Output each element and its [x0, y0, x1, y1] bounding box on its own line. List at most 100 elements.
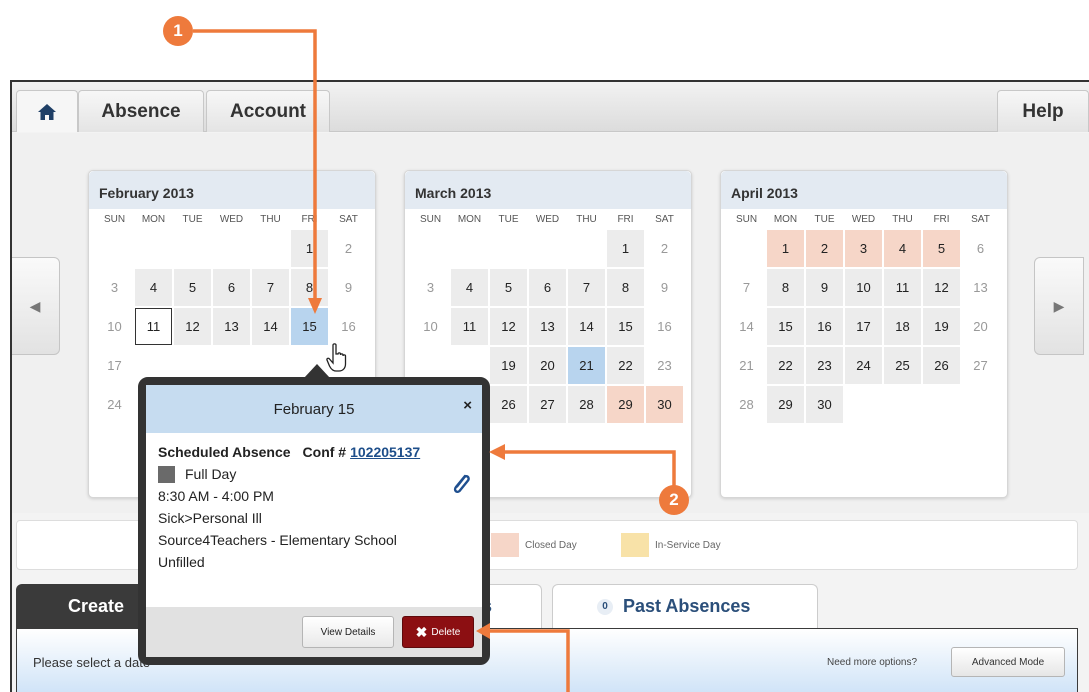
- calendar-day[interactable]: 5: [923, 230, 960, 267]
- weekday-label: MON: [141, 214, 166, 225]
- calendar-day[interactable]: 6: [213, 269, 250, 306]
- calendar-day[interactable]: 12: [174, 308, 211, 345]
- tab-account[interactable]: Account: [206, 90, 330, 132]
- calendar-day[interactable]: 13: [213, 308, 250, 345]
- calendar-day[interactable]: 27: [962, 347, 999, 384]
- calendar-day[interactable]: 19: [490, 347, 527, 384]
- calendar-day[interactable]: 11: [884, 269, 921, 306]
- calendar-day[interactable]: 3: [845, 230, 882, 267]
- callout-badge-2: 2: [659, 485, 689, 515]
- weekday-label: FRI: [301, 214, 318, 225]
- calendar-day[interactable]: 1: [291, 230, 328, 267]
- more-options-text: Need more options?: [827, 657, 918, 668]
- calendar-day[interactable]: 29: [767, 386, 804, 423]
- calendar-day[interactable]: 16: [330, 308, 367, 345]
- tab-help[interactable]: Help: [997, 90, 1089, 132]
- calendar-day: [174, 230, 211, 267]
- calendar-day[interactable]: 10: [845, 269, 882, 306]
- calendar-day[interactable]: 15: [767, 308, 804, 345]
- calendar-day[interactable]: 5: [174, 269, 211, 306]
- calendar-day[interactable]: 15: [607, 308, 644, 345]
- day-grid: 1 2 3 4 5 6 7 8 9 10 11 12 13 14 15 16 17 18 19 20 21 22 23 24 2…: [721, 225, 1007, 424]
- calendar-day[interactable]: 6: [529, 269, 566, 306]
- hand-cursor-icon: [326, 343, 347, 372]
- calendar-day[interactable]: 30: [806, 386, 843, 423]
- calendar-day[interactable]: 22: [767, 347, 804, 384]
- calendar-day[interactable]: 1: [767, 230, 804, 267]
- calendar-day[interactable]: 8: [767, 269, 804, 306]
- advanced-mode-button[interactable]: Advanced Mode: [951, 647, 1065, 677]
- calendar-day[interactable]: 9: [806, 269, 843, 306]
- calendar-day[interactable]: 20: [529, 347, 566, 384]
- calendar-day[interactable]: 25: [884, 347, 921, 384]
- calendar-day[interactable]: 2: [330, 230, 367, 267]
- calendar-day[interactable]: 3: [96, 269, 133, 306]
- calendar-day[interactable]: 11: [135, 308, 172, 345]
- calendar-day[interactable]: 15: [291, 308, 328, 345]
- calendar-day[interactable]: 2: [646, 230, 683, 267]
- home-tab[interactable]: [16, 90, 78, 132]
- calendar-day[interactable]: 9: [646, 269, 683, 306]
- calendar-day[interactable]: 7: [252, 269, 289, 306]
- calendar-day[interactable]: 10: [412, 308, 449, 345]
- top-nav: Absence Account Help: [12, 82, 1089, 132]
- calendar-day[interactable]: 8: [607, 269, 644, 306]
- calendar-day[interactable]: 4: [884, 230, 921, 267]
- calendar-day[interactable]: 14: [252, 308, 289, 345]
- calendar-day[interactable]: 14: [568, 308, 605, 345]
- calendar-day[interactable]: 5: [490, 269, 527, 306]
- calendar-day[interactable]: 12: [490, 308, 527, 345]
- calendar-day[interactable]: 6: [962, 230, 999, 267]
- calendar-day[interactable]: 18: [884, 308, 921, 345]
- calendar-day[interactable]: 10: [96, 308, 133, 345]
- calendar-day[interactable]: 27: [529, 386, 566, 423]
- calendar-day[interactable]: 17: [845, 308, 882, 345]
- close-icon[interactable]: ×: [463, 397, 472, 414]
- calendar-day[interactable]: 4: [135, 269, 172, 306]
- calendar-day[interactable]: 24: [96, 386, 133, 423]
- calendar-day[interactable]: 16: [646, 308, 683, 345]
- weekday-label: SAT: [339, 214, 358, 225]
- past-count-badge: 0: [597, 598, 613, 615]
- calendar-day[interactable]: 28: [728, 386, 765, 423]
- reason-text: Sick>Personal Ill: [158, 510, 262, 526]
- next-month-button[interactable]: ▶: [1034, 257, 1084, 355]
- calendar-day[interactable]: 12: [923, 269, 960, 306]
- weekday-header: SUN MON TUE WED THU FRI SAT: [405, 214, 691, 225]
- calendar-day[interactable]: 3: [412, 269, 449, 306]
- calendar-day: [135, 230, 172, 267]
- calendar-day[interactable]: 29: [607, 386, 644, 423]
- calendar-day[interactable]: 11: [451, 308, 488, 345]
- calendar-day[interactable]: 2: [806, 230, 843, 267]
- calendar-day[interactable]: 20: [962, 308, 999, 345]
- conf-number-link[interactable]: 102205137: [350, 444, 420, 460]
- calendar-day[interactable]: 28: [568, 386, 605, 423]
- delete-button[interactable]: ✖ Delete: [402, 616, 474, 648]
- calendar-day[interactable]: 23: [806, 347, 843, 384]
- tab-absence[interactable]: Absence: [78, 90, 204, 132]
- view-details-button[interactable]: View Details: [302, 616, 394, 648]
- tab-past-absences[interactable]: 0 Past Absences: [552, 584, 818, 628]
- calendar-day[interactable]: 17: [96, 347, 133, 384]
- calendar-day[interactable]: 7: [568, 269, 605, 306]
- calendar-day[interactable]: 4: [451, 269, 488, 306]
- calendar-day[interactable]: 26: [490, 386, 527, 423]
- calendar-day[interactable]: 21: [568, 347, 605, 384]
- calendar-day[interactable]: 13: [962, 269, 999, 306]
- calendar-day[interactable]: 9: [330, 269, 367, 306]
- calendar-day[interactable]: 21: [728, 347, 765, 384]
- calendar-day[interactable]: 19: [923, 308, 960, 345]
- calendar-day[interactable]: 16: [806, 308, 843, 345]
- prev-month-button[interactable]: ◀: [12, 257, 60, 355]
- calendar-day[interactable]: 26: [923, 347, 960, 384]
- calendar-day[interactable]: 1: [607, 230, 644, 267]
- calendar-day[interactable]: 14: [728, 308, 765, 345]
- paperclip-icon[interactable]: [450, 471, 472, 497]
- calendar-day[interactable]: 30: [646, 386, 683, 423]
- calendar-day[interactable]: 23: [646, 347, 683, 384]
- calendar-day[interactable]: 13: [529, 308, 566, 345]
- calendar-day[interactable]: 22: [607, 347, 644, 384]
- calendar-day[interactable]: 24: [845, 347, 882, 384]
- calendar-day[interactable]: 8: [291, 269, 328, 306]
- calendar-day[interactable]: 7: [728, 269, 765, 306]
